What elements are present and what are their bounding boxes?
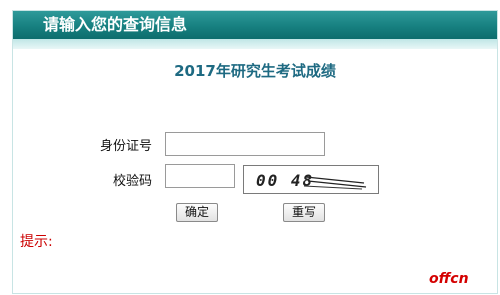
captcha-noise-lines [303,176,367,190]
query-panel: 请输入您的查询信息 2017年研究生考试成绩 身份证号 校验码 00 48 确定… [12,10,498,294]
hint-label: 提示: [20,234,53,250]
captcha-image[interactable]: 00 48 [243,165,379,194]
panel-header: 请输入您的查询信息 [13,11,497,39]
header-strip [13,39,497,49]
verification-code-input[interactable] [165,164,235,188]
header-title: 请输入您的查询信息 [43,15,188,34]
verification-code-label: 校验码 [113,174,153,189]
offcn-watermark-logo: offcn [429,271,469,287]
id-number-label: 身份证号 [100,139,153,154]
id-number-input[interactable] [165,132,325,156]
page-title: 2017年研究生考试成绩 [174,62,336,80]
confirm-button[interactable]: 确定 [176,203,218,222]
reset-button[interactable]: 重写 [283,203,325,222]
